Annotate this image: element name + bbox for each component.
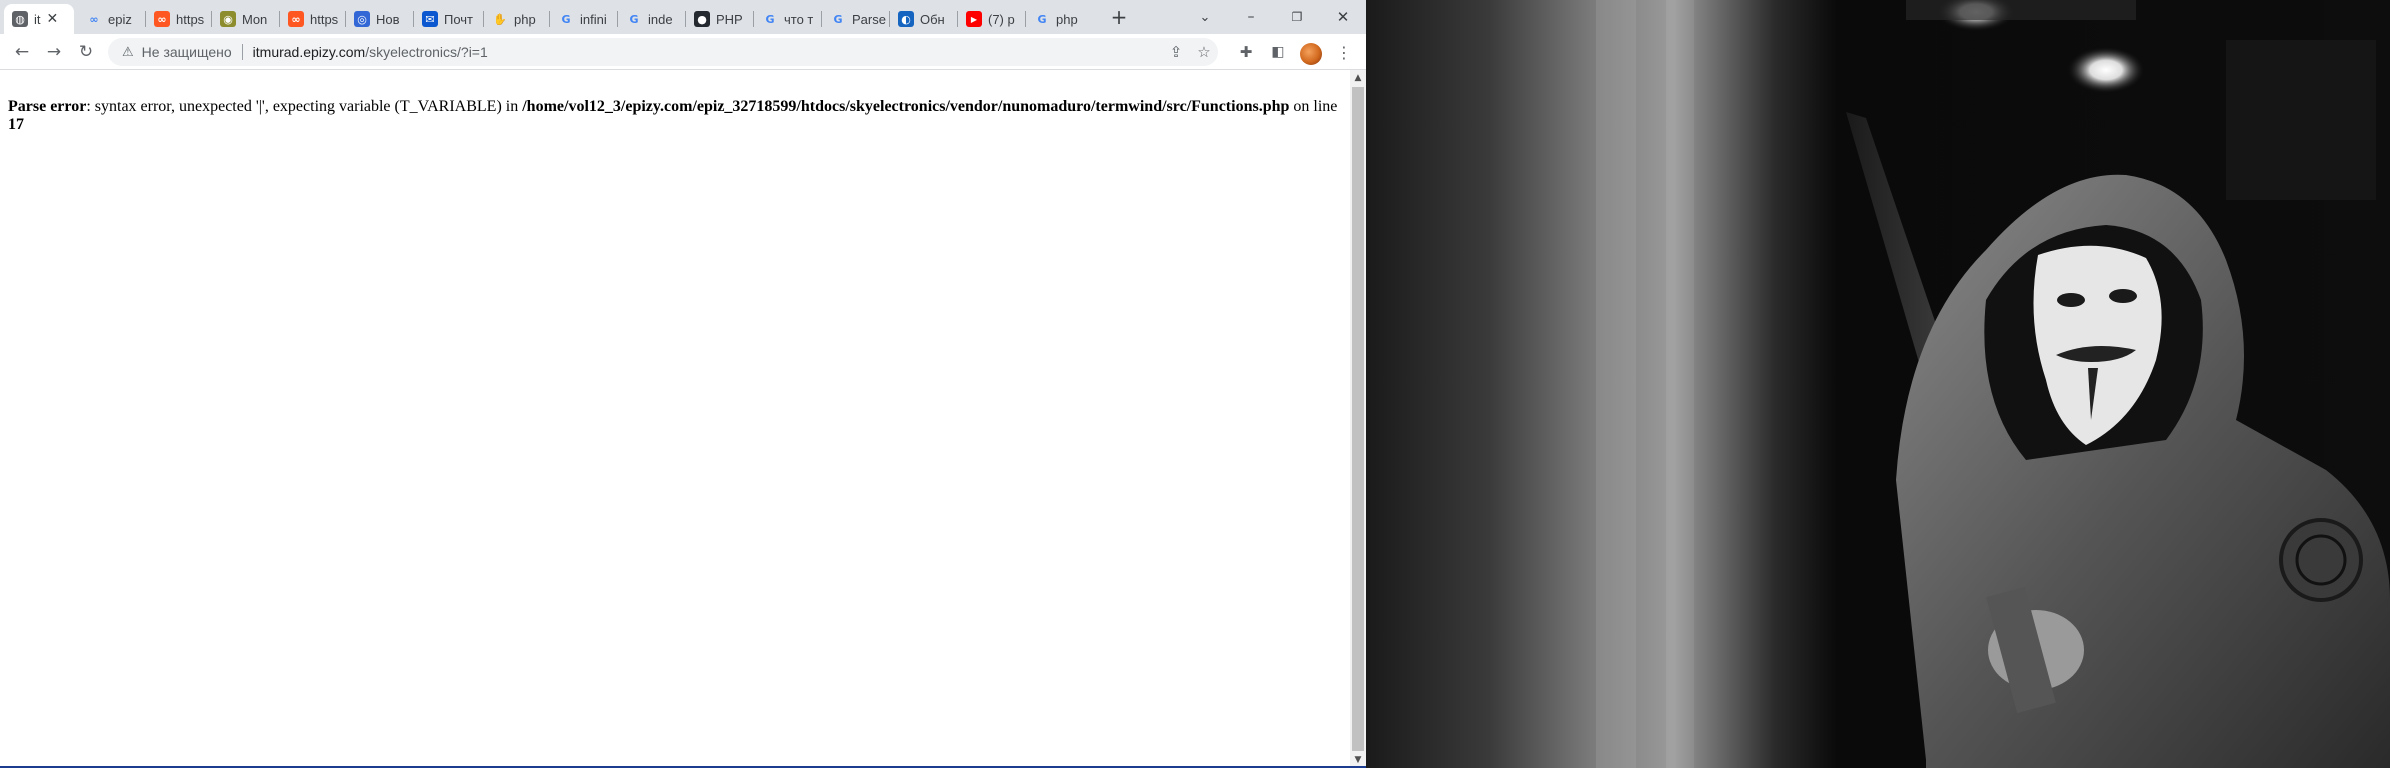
tab[interactable]: ∞ epiz xyxy=(78,4,144,34)
globe-icon: ◍ xyxy=(12,11,28,27)
tab[interactable]: G inde xyxy=(618,4,684,34)
news-icon: ◎ xyxy=(354,11,370,27)
restore-icon[interactable]: ❐ xyxy=(1282,4,1312,30)
error-file-path: /home/vol12_3/epizy.com/epiz_32718599/ht… xyxy=(522,98,1290,115)
desktop-wallpaper xyxy=(1366,0,2390,768)
update-icon: ◐ xyxy=(898,11,914,27)
close-tab-icon[interactable]: ✕ xyxy=(47,11,59,27)
parse-error-message: Parse error: syntax error, unexpected '|… xyxy=(8,98,1346,134)
tab-label: Обн xyxy=(920,11,945,27)
url-path: /skyelectronics/?i=1 xyxy=(365,44,488,60)
google-icon: G xyxy=(561,12,571,26)
chevron-down-icon[interactable]: ⌄ xyxy=(1190,4,1220,30)
toolbar: ← → ↻ ⚠ Не защищено itmurad.epizy.com/sk… xyxy=(0,34,1366,70)
tab-label: php xyxy=(514,11,536,27)
error-text: : syntax error, unexpected '|', expectin… xyxy=(86,98,523,115)
close-window-icon[interactable]: ✕ xyxy=(1328,4,1358,30)
youtube-icon: ▶ xyxy=(966,11,982,27)
tab-label: it xyxy=(34,11,41,27)
url-host: itmurad.epizy.com xyxy=(252,44,366,60)
minimize-icon[interactable]: – xyxy=(1236,4,1266,30)
forward-arrow-icon[interactable]: → xyxy=(40,38,68,66)
infinity-icon: ∞ xyxy=(89,12,99,26)
tab-label: что т xyxy=(784,11,814,27)
new-tab-button[interactable]: + xyxy=(1104,4,1134,30)
tab[interactable]: ✉ Почт xyxy=(414,4,482,34)
github-icon: ● xyxy=(694,11,710,27)
back-arrow-icon[interactable]: ← xyxy=(8,38,36,66)
tab[interactable]: G php xyxy=(1026,4,1092,34)
menu-icon[interactable]: ⋮ xyxy=(1330,38,1358,66)
wallpaper-image xyxy=(1366,0,2390,768)
google-icon: G xyxy=(629,12,639,26)
tab-label: https xyxy=(176,11,205,27)
error-title: Parse error xyxy=(8,98,87,115)
divider xyxy=(241,44,243,60)
tab-label: Parse xyxy=(852,11,886,27)
monitor-icon: ◉ xyxy=(220,11,236,27)
reload-icon[interactable]: ↻ xyxy=(72,38,100,66)
side-panel-icon[interactable]: ◧ xyxy=(1264,38,1292,66)
tab[interactable]: ◎ Нов xyxy=(346,4,412,34)
tab-label: Нов xyxy=(376,11,400,27)
link-icon: ∞ xyxy=(154,11,170,27)
php-icon: ✋ xyxy=(493,12,507,26)
tab[interactable]: ✋ php xyxy=(484,4,548,34)
tab[interactable]: ◐ Обн xyxy=(890,4,956,34)
tab-active[interactable]: ◍ it ✕ xyxy=(4,4,74,34)
tab[interactable]: G что т xyxy=(754,4,820,34)
vertical-scrollbar[interactable]: ▲ ▼ xyxy=(1350,70,1366,768)
scroll-up-arrow-icon[interactable]: ▲ xyxy=(1350,70,1366,86)
error-line-prefix: on line xyxy=(1289,98,1338,115)
extensions-icon[interactable]: ✚ xyxy=(1232,38,1260,66)
tab[interactable]: ● PHP xyxy=(686,4,752,34)
tab[interactable]: ∞ https xyxy=(146,4,210,34)
google-icon: G xyxy=(1037,12,1047,26)
mail-icon: ✉ xyxy=(422,11,438,27)
tab-label: inde xyxy=(648,11,673,27)
tab-label: Почт xyxy=(444,11,474,27)
google-icon: G xyxy=(765,12,775,26)
page-content: Parse error: syntax error, unexpected '|… xyxy=(0,70,1350,768)
google-icon: G xyxy=(833,12,843,26)
tab[interactable]: G Parse xyxy=(822,4,888,34)
tab-label: Mon xyxy=(242,11,268,27)
tab-strip: ◍ it ✕ ∞ epiz ∞ https ◉ Mon ∞ https ◎ Но… xyxy=(0,0,1366,34)
warning-icon: ⚠ xyxy=(122,44,134,60)
browser-window: ◍ it ✕ ∞ epiz ∞ https ◉ Mon ∞ https ◎ Но… xyxy=(0,0,1366,768)
tab-label: PHP xyxy=(716,11,743,27)
tab[interactable]: ∞ https xyxy=(280,4,344,34)
tab[interactable]: ◉ Mon xyxy=(212,4,278,34)
share-icon[interactable]: ⇪ xyxy=(1162,38,1190,66)
error-line-number: 17 xyxy=(8,116,24,133)
tab-label: epiz xyxy=(108,11,132,27)
tab[interactable]: ▶ (7) p xyxy=(958,4,1024,34)
star-icon[interactable]: ☆ xyxy=(1190,38,1218,66)
tab-label: https xyxy=(310,11,339,27)
tab-label: php xyxy=(1056,11,1078,27)
security-status: Не защищено xyxy=(141,44,232,60)
profile-avatar[interactable] xyxy=(1300,43,1322,65)
tab-label: infini xyxy=(580,11,607,27)
tab[interactable]: G infini xyxy=(550,4,616,34)
tab-label: (7) p xyxy=(988,11,1015,27)
address-bar[interactable]: ⚠ Не защищено itmurad.epizy.com/skyelect… xyxy=(108,38,1218,66)
scrollbar-thumb[interactable] xyxy=(1352,87,1364,751)
link-icon: ∞ xyxy=(288,11,304,27)
